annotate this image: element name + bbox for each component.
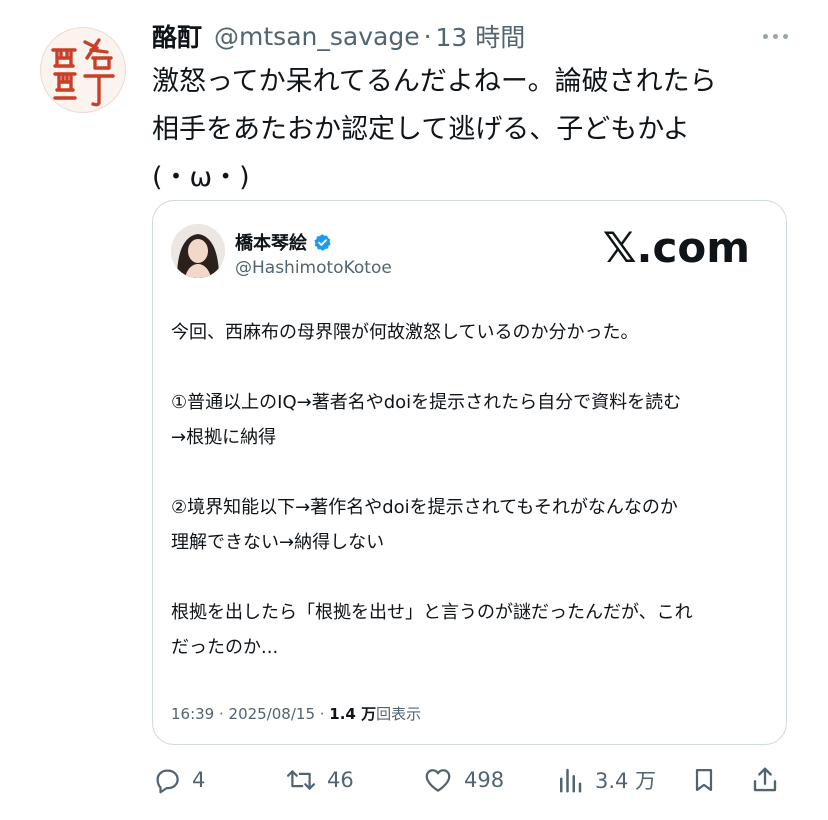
- views-count: 3.4 万: [595, 769, 657, 793]
- quoted-meta: 16:39 · 2025/08/15 · 1.4 万回表示: [171, 703, 421, 724]
- bookmark-icon: [695, 768, 713, 792]
- verified-icon: [314, 233, 331, 251]
- quoted-display-name[interactable]: 橋本琴絵: [235, 229, 307, 255]
- quoted-avatar[interactable]: [171, 224, 225, 278]
- display-name[interactable]: 酪酊: [152, 18, 202, 54]
- repost-icon: [286, 770, 316, 790]
- bookmark-button[interactable]: [690, 760, 718, 800]
- separator-dot: ·: [423, 21, 432, 51]
- avatar[interactable]: [40, 27, 126, 113]
- action-bar: 4 46 498 3.4 万: [152, 760, 792, 800]
- x-com-logo: 𝕏.com: [602, 223, 750, 272]
- share-button[interactable]: [750, 760, 780, 800]
- like-count: 498: [464, 768, 505, 792]
- seal-logo: [42, 29, 124, 111]
- views-button[interactable]: 3.4 万: [555, 760, 656, 800]
- tweet-text: 激怒ってか呆れてるんだよねー。論破されたら 相手をあたおか認定して逃げる、子ども…: [152, 66, 717, 193]
- reply-button[interactable]: 4: [152, 760, 205, 800]
- share-icon: [753, 767, 777, 792]
- views-icon: [560, 768, 582, 793]
- quoted-card[interactable]: 橋本琴絵 @HashimotoKotoe 𝕏.com 今回、西麻布の母界隈が何故…: [152, 200, 787, 745]
- reply-count: 4: [192, 768, 206, 792]
- quoted-timestamp: 16:39 · 2025/08/15 ·: [171, 705, 330, 723]
- avatar-photo: [171, 224, 225, 278]
- like-icon: [425, 769, 451, 792]
- tweet-header: 酪酊 @mtsan_savage · 13 時間: [152, 16, 788, 56]
- quoted-text: 今回、西麻布の母界隈が何故激怒しているのか分かった。 ①普通以上のIQ→著者名や…: [171, 322, 693, 658]
- quoted-views-label: 回表示: [376, 705, 422, 723]
- repost-button[interactable]: 46: [285, 760, 354, 800]
- like-button[interactable]: 498: [422, 760, 504, 800]
- quoted-display-name-row: 橋本琴絵: [235, 229, 332, 255]
- more-icon[interactable]: [748, 22, 788, 50]
- timestamp[interactable]: 13 時間: [436, 18, 526, 54]
- repost-count: 46: [327, 768, 354, 792]
- quoted-handle[interactable]: @HashimotoKotoe: [235, 258, 392, 278]
- user-handle[interactable]: @mtsan_savage: [214, 22, 420, 51]
- quoted-views-count: 1.4 万: [329, 705, 377, 723]
- reply-icon: [156, 769, 179, 794]
